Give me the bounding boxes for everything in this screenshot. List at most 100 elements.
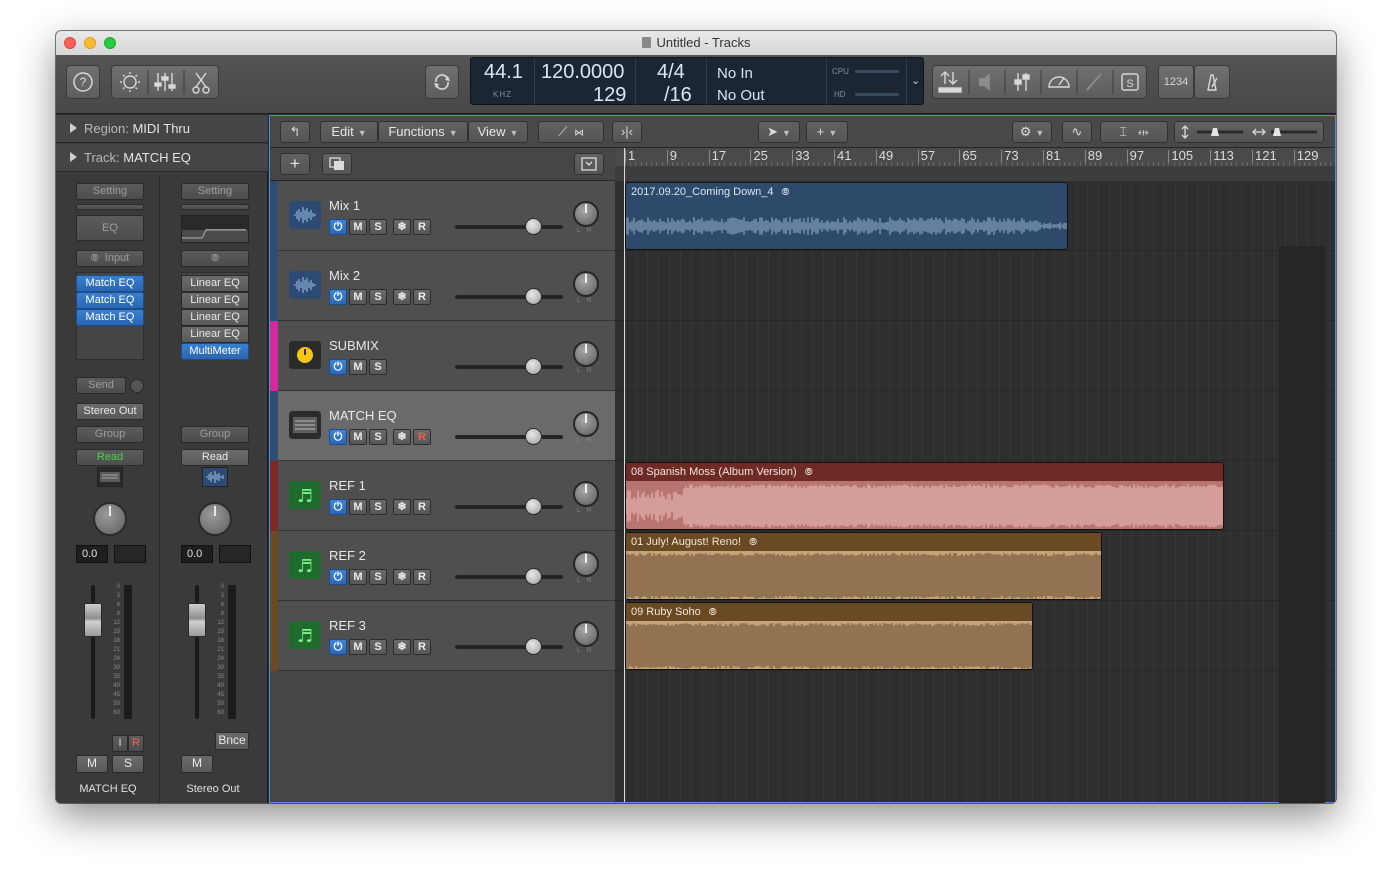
plugin-slot-3[interactable]: Match EQ [76,309,144,326]
plugin-slot-3[interactable]: Linear EQ [181,309,249,326]
functions-menu[interactable]: Functions ▼ [378,121,468,143]
audio-region[interactable]: 01 July! August! Reno! ⦾ [625,532,1102,600]
track-record-button[interactable]: R [413,499,431,515]
track-mute-button[interactable]: M [349,639,367,655]
track-record-button[interactable]: R [413,639,431,655]
link-button[interactable]: ⦾ [181,250,249,267]
track-volume-slider[interactable] [455,225,563,229]
freeze-snowflake-icon[interactable]: ❄ [393,289,411,305]
freeze-snowflake-icon[interactable]: ❄ [393,429,411,445]
help-button[interactable]: ? [66,65,100,99]
plugin-slot-2[interactable]: Linear EQ [181,292,249,309]
audio-region[interactable]: 2017.09.20_Coming Down_4 ⦾ [625,182,1068,250]
track-pan-knob[interactable] [573,481,599,507]
eq-thumbnail[interactable] [181,215,249,243]
track-on-off-button[interactable]: ⏻ [329,569,347,585]
track-volume-knob[interactable] [525,288,542,305]
bar-ruler[interactable]: 1 9 17 25 33 41 49 57 65 73 81 89 97 105 113 121 129 [615,148,1335,181]
freeze-snowflake-icon[interactable]: ❄ [393,219,411,235]
track-name[interactable]: MATCH EQ [329,408,397,423]
lcd-display[interactable]: 44.1 KHZ 120.0000 129 4/4 /16 No In No O… [470,57,924,106]
count-in-button[interactable]: 1234 [1158,65,1194,99]
track-record-button[interactable]: R [413,429,431,445]
setting-button[interactable]: Setting [181,183,249,200]
track-solo-button[interactable]: S [369,289,387,305]
track-volume-knob[interactable] [525,498,542,515]
track-volume-knob[interactable] [525,218,542,235]
volume-fader[interactable] [188,603,206,637]
track-volume-slider[interactable] [455,505,563,509]
track-on-off-button[interactable]: ⏻ [329,219,347,235]
solo-button[interactable]: S [112,755,144,773]
track-solo-button[interactable]: S [369,639,387,655]
track-volume-knob[interactable] [525,568,542,585]
track-on-off-button[interactable]: ⏻ [329,499,347,515]
track-name[interactable]: REF 3 [329,618,366,633]
secondary-tool-menu[interactable]: + ▼ [806,121,848,143]
track-volume-slider[interactable] [455,365,563,369]
track-solo-button[interactable]: S [369,429,387,445]
group-slot[interactable]: Group [76,426,144,443]
back-button[interactable]: ↰ [280,121,310,143]
track-name[interactable]: REF 1 [329,478,366,493]
input-monitor-button[interactable]: I [112,735,128,752]
bounce-button[interactable]: Bnce [215,732,249,750]
track-list-empty-area[interactable] [270,671,615,802]
region-inspector-header[interactable]: Region: MIDI Thru [56,115,268,143]
input-button[interactable]: ⦾ Input [76,250,144,267]
send-slot[interactable]: Send [76,377,126,394]
track-volume-knob[interactable] [525,638,542,655]
track-solo-button[interactable]: S [369,569,387,585]
track-name[interactable]: Mix 2 [329,268,360,283]
freeze-snowflake-icon[interactable]: ❄ [393,569,411,585]
track-volume-knob[interactable] [525,358,542,375]
automation-mode[interactable]: Read [76,449,144,466]
track-header[interactable]: ♬ REF 1 ⏻ M S ❄ R L R [270,461,615,531]
playhead[interactable] [624,148,625,802]
zoom-button[interactable] [104,37,116,49]
track-name[interactable]: REF 2 [329,548,366,563]
track-header[interactable]: ♬ REF 2 ⏻ M S ❄ R L R [270,531,615,601]
mute-button[interactable]: M [76,755,108,773]
pan-knob[interactable] [198,502,232,536]
automation-mode[interactable]: Read [181,449,249,466]
track-mute-button[interactable]: M [349,359,367,375]
plugin-slot-2[interactable]: Match EQ [76,292,144,309]
duplicate-track-button[interactable] [322,153,352,175]
plugin-slot-5[interactable]: MultiMeter [181,343,249,360]
track-volume-slider[interactable] [455,295,563,299]
setting-button[interactable]: Setting [76,183,144,200]
track-solo-button[interactable]: S [369,499,387,515]
plugin-slot-4[interactable]: Linear EQ [181,326,249,343]
track-record-button[interactable]: R [413,219,431,235]
track-pan-knob[interactable] [573,621,599,647]
automation-flex-buttons[interactable]: ⟋ ⋈ [538,121,604,143]
minimize-button[interactable] [84,37,96,49]
track-header[interactable]: SUBMIX ⏻ M S L R [270,321,615,391]
track-volume-slider[interactable] [455,575,563,579]
volume-fader[interactable] [84,603,102,637]
record-enable-button[interactable]: R [128,735,144,752]
cycle-button[interactable] [425,65,459,99]
track-mute-button[interactable]: M [349,289,367,305]
group-slot[interactable]: Group [181,426,249,443]
track-record-button[interactable]: R [413,569,431,585]
zoom-sliders[interactable] [1174,121,1324,143]
audio-region[interactable]: 09 Ruby Soho ⦾ [625,602,1033,670]
add-track-button[interactable]: + [280,153,310,175]
track-volume-knob[interactable] [525,428,542,445]
track-pan-knob[interactable] [573,551,599,577]
view-menu[interactable]: View ▼ [468,121,528,143]
arrange-track-lane[interactable] [615,321,1335,391]
track-pan-knob[interactable] [573,341,599,367]
freeze-snowflake-icon[interactable]: ❄ [393,499,411,515]
marker-lane[interactable] [615,166,1335,181]
track-on-off-button[interactable]: ⏻ [329,639,347,655]
mute-button[interactable]: M [181,755,213,773]
track-volume-slider[interactable] [455,435,563,439]
track-header[interactable]: Mix 1 ⏻ M S ❄ R L R [270,181,615,251]
arrange-track-lane[interactable] [615,251,1335,321]
plugin-slot-1[interactable]: Linear EQ [181,275,249,292]
track-mute-button[interactable]: M [349,569,367,585]
track-solo-button[interactable]: S [369,219,387,235]
